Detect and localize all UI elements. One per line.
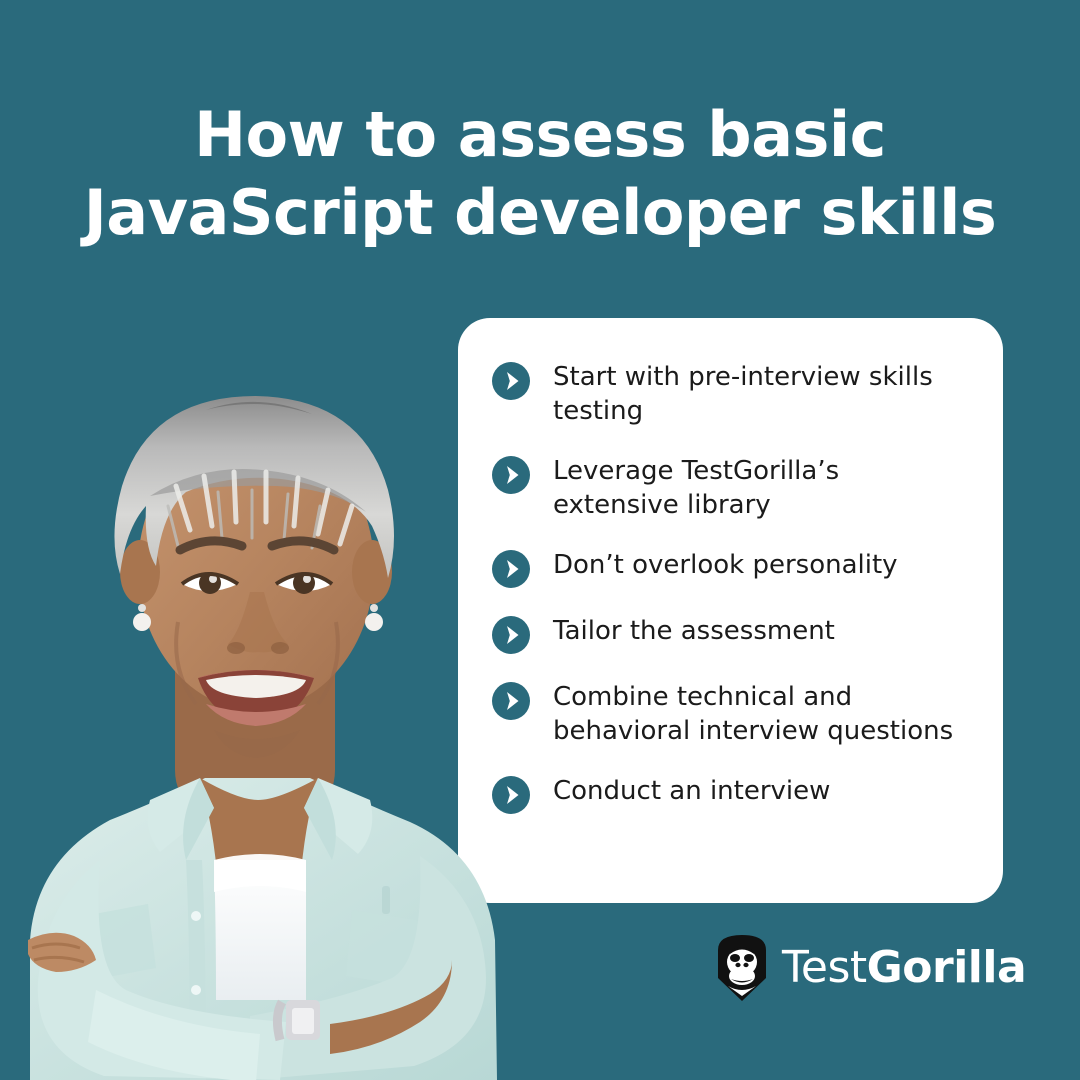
list-item: Conduct an interview — [492, 774, 992, 814]
play-arrow-icon — [492, 362, 530, 400]
play-arrow-icon — [492, 776, 530, 814]
infographic-canvas: How to assess basic JavaScript developer… — [0, 0, 1080, 1080]
title-line-2: JavaScript developer skills — [83, 176, 997, 249]
play-arrow-icon — [492, 616, 530, 654]
list-item: Start with pre-interview skills testing — [492, 360, 992, 428]
logo-wordmark: TestGorilla — [782, 942, 1027, 993]
list-item-label: Tailor the assessment — [553, 616, 835, 646]
benefits-list: Start with pre-interview skills testing … — [492, 360, 992, 814]
logo-word-gorilla: Gorilla — [866, 942, 1027, 993]
person-photo — [0, 300, 520, 1080]
logo-word-test: Test — [782, 942, 867, 993]
list-item: Tailor the assessment — [492, 614, 992, 654]
list-item: Leverage TestGorilla’s extensive library — [492, 454, 992, 522]
list-item-label: Conduct an interview — [553, 776, 831, 806]
testgorilla-logo: TestGorilla — [714, 932, 1027, 1004]
list-item: Combine technical and behavioral intervi… — [492, 680, 992, 748]
list-item: Don’t overlook personality — [492, 548, 992, 588]
play-arrow-icon — [492, 550, 530, 588]
list-item-label: Combine technical and behavioral intervi… — [553, 682, 954, 746]
list-item-label: Don’t overlook personality — [553, 550, 898, 580]
list-item-label: Start with pre-interview skills testing — [553, 362, 933, 426]
play-arrow-icon — [492, 682, 530, 720]
gorilla-shield-icon — [714, 932, 770, 1004]
list-item-label: Leverage TestGorilla’s extensive library — [553, 456, 840, 520]
play-arrow-icon — [492, 456, 530, 494]
page-title: How to assess basic JavaScript developer… — [0, 96, 1080, 252]
title-line-1: How to assess basic — [194, 98, 886, 171]
